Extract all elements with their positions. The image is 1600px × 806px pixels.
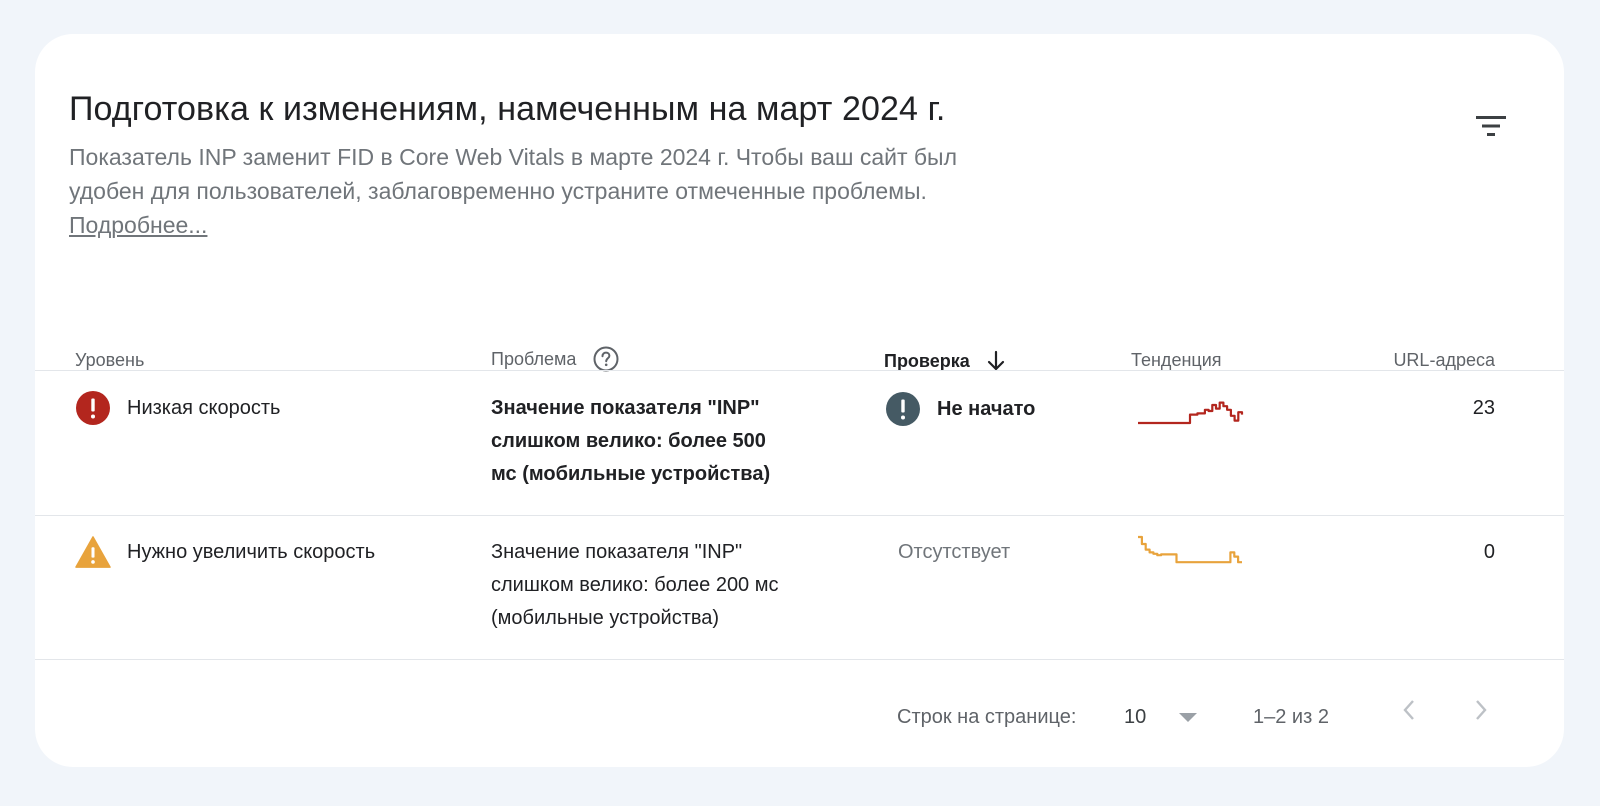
row-2-urls: 0 xyxy=(1483,541,1495,563)
column-header-issue-label: Проблема xyxy=(491,348,577,369)
column-header-urls: URL-адреса xyxy=(1355,350,1495,371)
rows-per-page-label: Строк на странице: xyxy=(897,706,1077,728)
chevron-right-icon xyxy=(1476,700,1487,720)
column-header-trend: Тенденция xyxy=(1131,350,1222,371)
row-1-trend-sparkline xyxy=(1138,401,1244,425)
learn-more-link[interactable]: Подробнее... xyxy=(69,212,207,238)
trend-line xyxy=(1138,401,1244,425)
next-page-button[interactable] xyxy=(1461,690,1501,730)
row-1-validation[interactable]: Не начато xyxy=(885,391,1035,427)
row-2-issue[interactable]: Значение показателя "INP" слишком велико… xyxy=(491,536,791,635)
row-2-validation-label: Отсутствует xyxy=(898,541,1011,563)
row-2-level-label: Нужно увеличить скорость xyxy=(127,540,376,563)
row-2-validation[interactable]: Отсутствует xyxy=(898,541,1010,564)
card-title: Подготовка к изменениям, намеченным на м… xyxy=(69,90,946,128)
row-2-level[interactable]: Нужно увеличить скорость xyxy=(75,534,375,570)
arrow-down-icon xyxy=(986,350,1006,372)
column-header-trend-label: Тенденция xyxy=(1131,350,1222,370)
rows-per-page-value: 10 xyxy=(1124,706,1147,728)
pagination-range: 1–2 из 2 xyxy=(1253,706,1329,728)
row-2-trend-sparkline xyxy=(1138,535,1242,564)
alert-circle-icon xyxy=(885,391,921,427)
row-1-level[interactable]: Низкая скорость xyxy=(75,390,280,426)
chevron-left-icon xyxy=(1403,700,1414,720)
column-header-level-label: Уровень xyxy=(75,350,145,370)
warning-icon xyxy=(75,534,111,570)
rows-per-page-select[interactable]: 10 xyxy=(1124,706,1198,729)
column-header-level[interactable]: Уровень xyxy=(75,350,144,371)
column-header-validation-label: Проверка xyxy=(884,350,970,371)
row-1-trend xyxy=(1135,396,1245,432)
description-text: Показатель INP заменит FID в Core Web Vi… xyxy=(69,144,958,204)
trend-line xyxy=(1138,535,1242,564)
dropdown-arrow-icon xyxy=(1178,712,1198,724)
filter-icon xyxy=(1476,116,1506,136)
row-2-trend xyxy=(1135,534,1245,574)
row-1-validation-label: Не начато xyxy=(937,397,1036,420)
card-description: Показатель INP заменит FID в Core Web Vi… xyxy=(69,140,1009,242)
column-header-urls-label: URL-адреса xyxy=(1393,350,1495,370)
previous-page-button[interactable] xyxy=(1389,690,1429,730)
help-icon[interactable] xyxy=(592,345,620,373)
header-divider xyxy=(35,370,1564,371)
issues-card: Подготовка к изменениям, намеченным на м… xyxy=(35,34,1564,767)
filter-button[interactable] xyxy=(1471,106,1511,146)
error-icon xyxy=(75,390,111,426)
row-divider xyxy=(35,659,1564,660)
column-header-issue[interactable]: Проблема xyxy=(491,340,620,378)
row-divider xyxy=(35,515,1564,516)
column-header-validation[interactable]: Проверка xyxy=(884,350,1006,372)
row-1-level-label: Низкая скорость xyxy=(127,396,281,419)
row-1-issue[interactable]: Значение показателя "INP" слишком велико… xyxy=(491,392,791,491)
row-1-urls: 23 xyxy=(1472,397,1495,419)
